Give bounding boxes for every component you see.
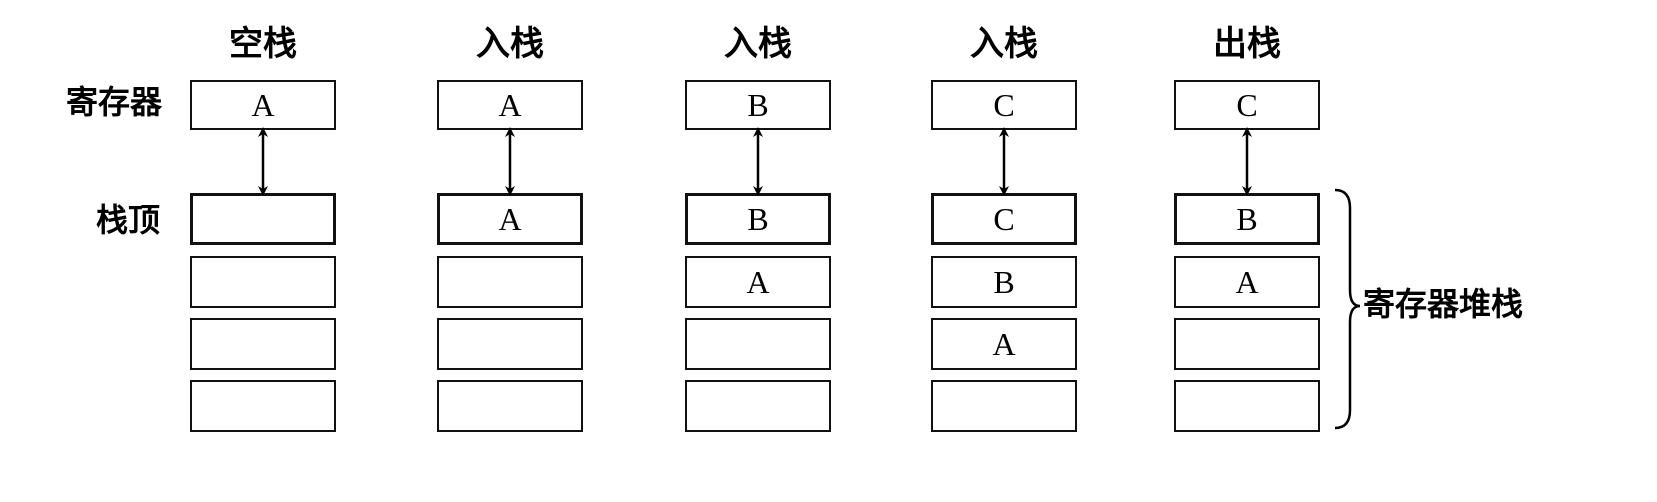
stack-slot — [437, 318, 583, 370]
stack-slot: A — [437, 193, 583, 245]
column-title-pop: 出栈 — [1213, 24, 1281, 64]
register-box: B — [685, 80, 831, 130]
register-box: A — [437, 80, 583, 130]
stack-slot: B — [685, 193, 831, 245]
stack-slot: A — [685, 256, 831, 308]
stack-slot: A — [931, 318, 1077, 370]
stack-slot: B — [1174, 193, 1320, 245]
stack-slot: C — [931, 193, 1077, 245]
stack-slot — [685, 380, 831, 432]
stack-slot — [1174, 318, 1320, 370]
column-title-push-3: 入栈 — [970, 24, 1038, 64]
stack-slot — [437, 256, 583, 308]
stack-top-label: 栈顶 — [96, 201, 161, 239]
stack-slot: B — [931, 256, 1077, 308]
register-stack-brace — [1334, 188, 1361, 430]
stack-slot — [190, 256, 336, 308]
register-stack-label: 寄存器堆栈 — [1363, 285, 1524, 323]
stack-slot — [1174, 380, 1320, 432]
stack-slot — [931, 380, 1077, 432]
stack-slot — [190, 318, 336, 370]
stack-slot — [190, 380, 336, 432]
stack-slot — [685, 318, 831, 370]
column-title-empty: 空栈 — [229, 24, 297, 64]
column-title-push-2: 入栈 — [724, 24, 792, 64]
stack-slot: A — [1174, 256, 1320, 308]
register-box: C — [931, 80, 1077, 130]
register-box: C — [1174, 80, 1320, 130]
register-label: 寄存器 — [66, 83, 163, 121]
register-stack-diagram: 寄存器 栈顶 寄存器堆栈 空栈 A 入栈 A A 入栈 B B A 入栈 C C… — [0, 0, 1657, 502]
register-box: A — [190, 80, 336, 130]
stack-slot — [190, 193, 336, 245]
stack-slot — [437, 380, 583, 432]
column-title-push-1: 入栈 — [476, 24, 544, 64]
